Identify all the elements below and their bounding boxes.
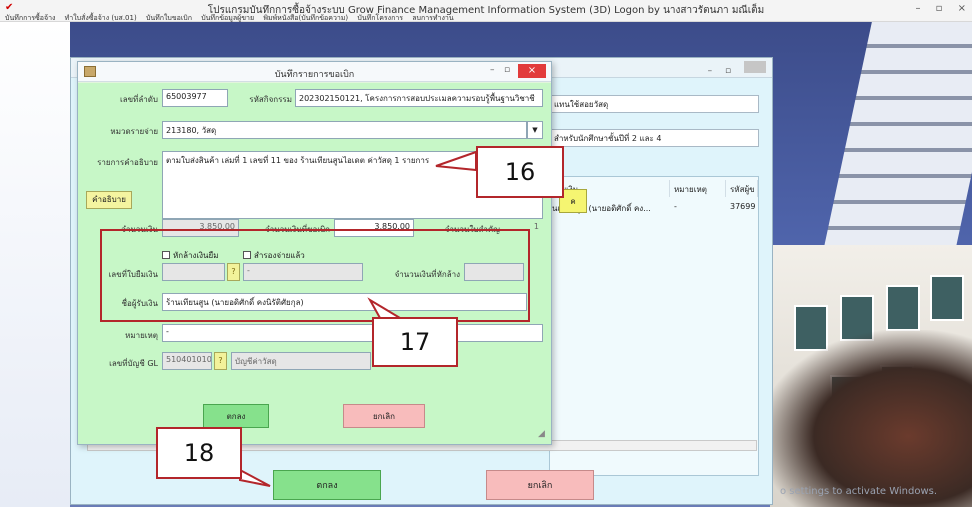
callout-18: 18 xyxy=(156,427,242,479)
highlight-frame-advance xyxy=(100,229,530,322)
callout-16: 16 xyxy=(476,146,564,198)
callout-16-pointer xyxy=(435,150,477,172)
callout-17: 17 xyxy=(372,317,458,367)
callout-18-pointer xyxy=(239,468,271,487)
